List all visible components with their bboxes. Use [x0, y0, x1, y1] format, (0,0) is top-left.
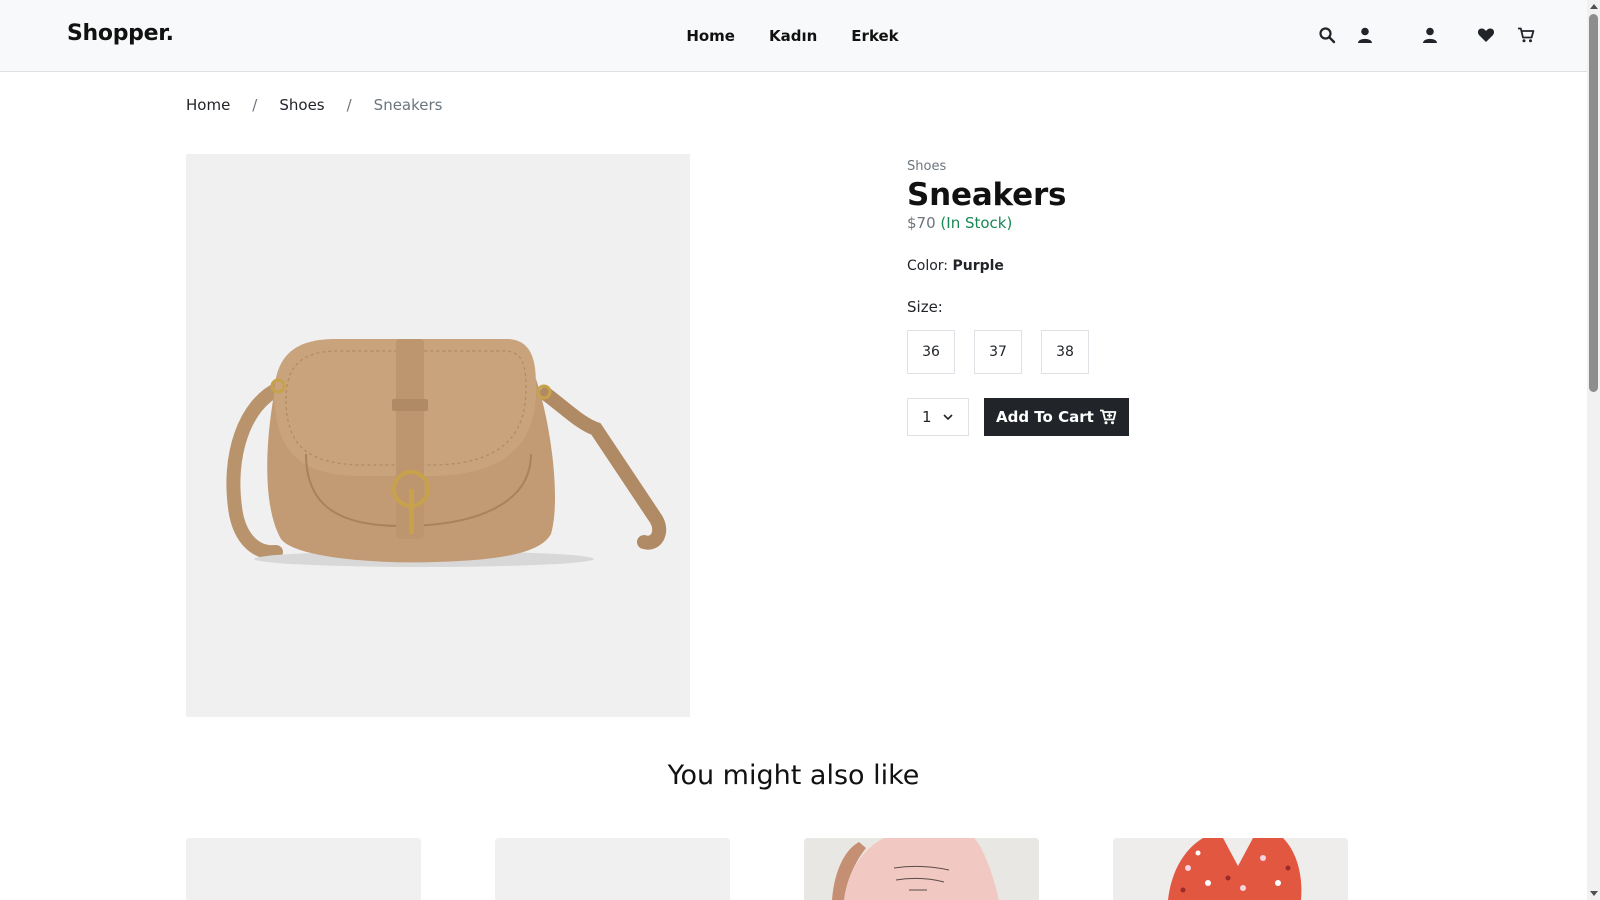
product-title: Sneakers	[907, 177, 1067, 213]
product-thumbnail	[804, 838, 1039, 900]
nav-kadin[interactable]: Kadın	[769, 27, 817, 45]
quantity-value: 1	[922, 408, 932, 426]
stock-status: (In Stock)	[940, 214, 1013, 232]
cart-plus-icon	[1099, 409, 1117, 425]
main-nav: Home Kadın Erkek	[0, 0, 1587, 72]
product-details: Shoes Sneakers $70 (In Stock) Color: Pur…	[907, 159, 1327, 436]
product-thumbnail	[186, 838, 421, 900]
color-value: Purple	[952, 258, 1004, 274]
product-thumbnail	[1113, 838, 1348, 900]
related-product-card[interactable]	[186, 838, 421, 900]
nav-home[interactable]: Home	[686, 27, 735, 45]
breadcrumb-shoes[interactable]: Shoes	[279, 96, 324, 114]
size-label: Size:	[907, 298, 943, 316]
scroll-thumb[interactable]	[1589, 14, 1598, 392]
page-scrollbar[interactable]	[1587, 0, 1600, 900]
add-to-cart-button[interactable]: Add To Cart	[984, 398, 1129, 436]
product-image	[186, 154, 690, 717]
user-account-icon[interactable]	[1421, 26, 1439, 44]
product-thumbnail	[495, 838, 730, 900]
chevron-down-icon	[943, 414, 953, 421]
quantity-select[interactable]: 1	[907, 398, 969, 436]
heart-icon[interactable]	[1477, 26, 1495, 44]
related-products-title: You might also like	[667, 760, 920, 791]
add-to-cart-label: Add To Cart	[996, 408, 1094, 426]
cart-icon[interactable]	[1517, 26, 1535, 44]
related-product-card[interactable]	[804, 838, 1039, 900]
nav-erkek[interactable]: Erkek	[851, 27, 898, 45]
size-option-38[interactable]: 38	[1041, 330, 1089, 374]
bag-illustration	[226, 339, 667, 567]
breadcrumb-separator: /	[346, 96, 352, 114]
user-icon[interactable]	[1356, 26, 1374, 44]
cart-row: 1 Add To Cart	[907, 398, 1327, 436]
size-option-37[interactable]: 37	[974, 330, 1022, 374]
breadcrumb-separator: /	[252, 96, 258, 114]
color-label: Color:	[907, 258, 949, 274]
product-price: $70	[907, 214, 936, 232]
site-header: Shopper. Home Kadın Erkek	[0, 0, 1587, 72]
breadcrumb-current: Sneakers	[373, 96, 443, 114]
breadcrumb-home[interactable]: Home	[186, 96, 230, 114]
breadcrumb: Home / Shoes / Sneakers	[186, 96, 442, 114]
size-options: 36 37 38	[907, 330, 1327, 374]
color-row: Color: Purple	[907, 258, 1327, 274]
price-row: $70 (In Stock)	[907, 214, 1327, 232]
product-category: Shoes	[907, 159, 947, 174]
related-product-card[interactable]	[1113, 838, 1348, 900]
size-option-36[interactable]: 36	[907, 330, 955, 374]
scroll-down-arrow[interactable]	[1590, 891, 1598, 896]
scroll-up-arrow[interactable]	[1590, 4, 1598, 9]
related-product-card[interactable]	[495, 838, 730, 900]
search-icon[interactable]	[1318, 26, 1336, 44]
